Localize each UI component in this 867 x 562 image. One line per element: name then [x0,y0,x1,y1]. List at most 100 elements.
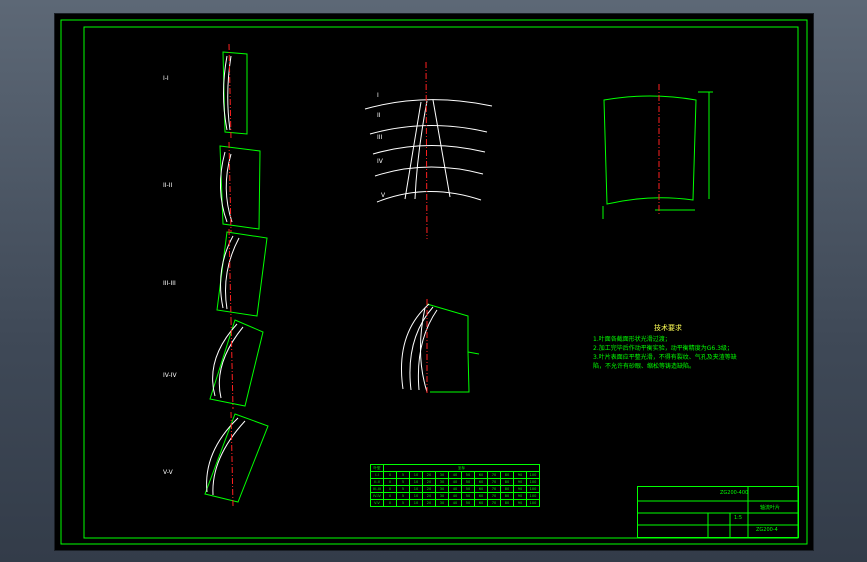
table-cell: 5 [396,499,410,507]
table-header-cell: 叶型 [370,464,384,472]
table-cell: 100 [526,485,540,493]
table-cell: 5 [396,478,410,486]
section-IV [209,318,264,410]
technical-notes: 技术要求 1.叶面各截面形状光滑过渡； 2.加工完毕后作动平衡实验，动平衡精度为… [593,324,743,371]
title-block: ZG200-400 轴流叶片 ZG200-4 1:5 [637,486,799,538]
table-cell: 100 [526,478,540,486]
projection-view [400,299,480,394]
table-cell: 10 [409,471,423,479]
table-cell: 10 [409,478,423,486]
table-row: V-V 0 5 10 20 30 40 50 60 70 80 90 100 [370,499,540,507]
plan-label-5: V [381,192,386,199]
section-label-1: I-I [163,75,169,82]
table-cell: I-I [370,471,384,479]
table-cell: 100 [526,471,540,479]
table-cell: 50 [461,492,475,500]
table-cell: 90 [513,492,527,500]
table-cell: 30 [435,478,449,486]
table-cell: 20 [422,492,436,500]
table-cell: 0 [383,471,397,479]
section-III [216,228,268,320]
plan-label-2: II [377,112,381,119]
notes-title: 技术要求 [654,324,682,332]
table-cell: 10 [409,492,423,500]
table-cell: II-II [370,478,384,486]
table-cell: 60 [474,471,488,479]
inner-border [83,26,799,539]
title-ratio: 1:5 [734,515,743,521]
table-cell: 90 [513,471,527,479]
table-cell: 60 [474,485,488,493]
table-cell: 5 [396,471,410,479]
table-cell: IV-IV [370,492,384,500]
table-cell: 20 [422,485,436,493]
table-cell: 30 [435,499,449,507]
plan-label-1: I [377,92,379,99]
table-cell: 60 [474,499,488,507]
section-II [219,141,261,233]
table-cell: 30 [435,485,449,493]
table-cell: 40 [448,471,462,479]
table-cell: 0 [383,499,397,507]
table-cell: 70 [487,485,501,493]
title-code: ZG200-400 [720,490,749,496]
note-2: 2.加工完毕后作动平衡实验，动平衡精度为G6.3级； [593,345,733,352]
section-label-5: V-V [163,469,173,476]
side-view [602,84,713,219]
table-cell: 20 [422,471,436,479]
table-cell: 50 [461,485,475,493]
table-cell: 70 [487,499,501,507]
table-cell: 10 [409,499,423,507]
section-I [222,43,248,140]
table-row: II-II 0 5 10 20 30 40 50 60 70 80 90 100 [370,478,540,486]
table-cell: 40 [448,485,462,493]
drawing-sheet: I-I II-II III-III IV-IV V-V I II III IV … [55,14,813,550]
table-cell: 20 [422,499,436,507]
section-label-3: III-III [163,280,176,287]
table-cell: 80 [500,492,514,500]
note-1: 1.叶面各截面形状光滑过渡； [593,336,671,343]
table-cell: 40 [448,499,462,507]
table-cell: 60 [474,478,488,486]
table-cell: 30 [435,471,449,479]
section-label-4: IV-IV [163,372,177,379]
table-cell: 40 [448,478,462,486]
title-name: 轴流叶片 [760,505,781,511]
table-cell: 100 [526,499,540,507]
section-V [204,411,269,507]
section-label-2: II-II [163,182,173,189]
plan-label-4: IV [377,158,383,165]
table-cell: 30 [435,492,449,500]
table-cell: 50 [461,471,475,479]
plan-view [364,61,493,240]
table-cell: 90 [513,485,527,493]
title-drawing-no: ZG200-4 [756,527,778,533]
table-header-cell: 坐标 [383,464,540,472]
plan-label-3: III [377,134,383,141]
table-cell: 20 [422,478,436,486]
table-row: IV-IV 0 5 10 20 30 40 50 60 70 80 90 100 [370,492,540,500]
table-cell: 90 [513,499,527,507]
table-cell: 70 [487,492,501,500]
table-cell: V-V [370,499,384,507]
table-cell: 50 [461,478,475,486]
note-3: 3.叶片表面应平整光滑，不得有裂纹、气孔及夹渣等缺陷，不允许有砂眼、缩松等铸造缺… [593,354,737,370]
table-row: I-I 0 5 10 20 30 40 50 60 70 80 90 100 [370,471,540,479]
table-cell: 50 [461,499,475,507]
table-cell: 80 [500,485,514,493]
table-cell: 40 [448,492,462,500]
table-cell: 80 [500,478,514,486]
table-cell: 10 [409,485,423,493]
table-cell: 100 [526,492,540,500]
table-cell: 5 [396,492,410,500]
table-cell: 0 [383,485,397,493]
profile-coordinate-table: 叶型 坐标 I-I 0 5 10 20 30 40 50 60 70 80 90 100 II-II 0 5 10 2… [370,464,540,507]
table-cell: 80 [500,499,514,507]
table-cell: 90 [513,478,527,486]
table-row: III-III 0 5 10 20 30 40 50 60 70 80 90 100 [370,485,540,493]
table-cell: 70 [487,471,501,479]
table-cell: 0 [383,478,397,486]
table-cell: III-III [370,485,384,493]
table-cell: 80 [500,471,514,479]
table-cell: 60 [474,492,488,500]
